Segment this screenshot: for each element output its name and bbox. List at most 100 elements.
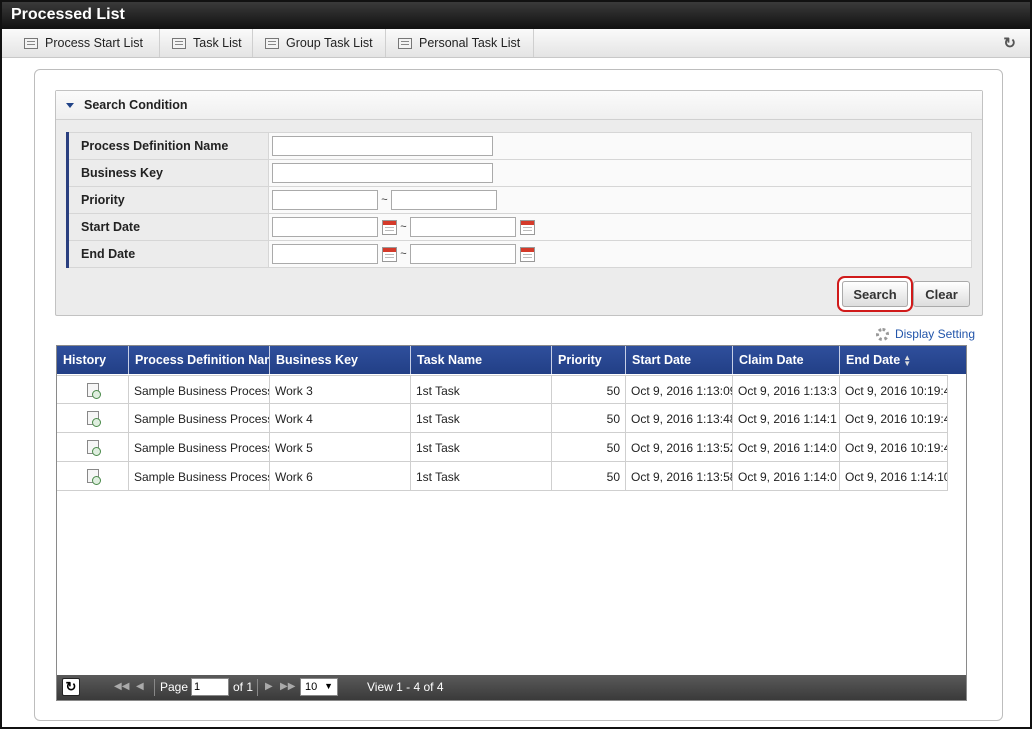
display-setting-label: Display Setting [894, 327, 975, 341]
grid-header: History Process Definition Name Business… [57, 346, 966, 374]
task-name-cell: 1st Task [411, 376, 552, 405]
calendar-icon[interactable] [520, 219, 535, 235]
tab-process-start-list[interactable]: Process Start List [12, 29, 160, 57]
priority-from-input[interactable] [272, 190, 378, 210]
history-cell[interactable] [57, 404, 129, 433]
table-row[interactable]: Sample Business Process Work 6 1st Task 50 O… [57, 462, 948, 491]
start-date-cell: Oct 9, 2016 1:13:09 [626, 376, 733, 405]
form-row-priority: Priority ~ [66, 186, 972, 214]
list-icon [265, 37, 279, 49]
tab-task-list[interactable]: Task List [160, 29, 253, 57]
column-header-end-date-label: End Date [846, 353, 901, 367]
start-date-cell: Oct 9, 2016 1:13:58 [626, 462, 733, 491]
column-header-start-date[interactable]: Start Date [626, 346, 733, 374]
main-content: Search Condition Process Definition Name… [34, 69, 1003, 721]
first-page-icon[interactable]: ◀◀ [114, 681, 129, 692]
history-cell[interactable] [57, 376, 129, 405]
field-label: Start Date [66, 213, 269, 241]
field-label: Process Definition Name [66, 132, 269, 160]
history-cell[interactable] [57, 433, 129, 462]
history-cell[interactable] [57, 462, 129, 491]
start-date-cell: Oct 9, 2016 1:13:48 [626, 404, 733, 433]
prev-page-icon[interactable]: ◀ [136, 681, 144, 692]
end-date-cell: Oct 9, 2016 10:19:4 [840, 404, 948, 433]
last-page-icon[interactable]: ▶▶ [280, 681, 295, 692]
end-date-cell: Oct 9, 2016 1:14:10 [840, 462, 948, 491]
window-title: Processed List [2, 2, 1030, 29]
range-separator: ~ [381, 194, 388, 206]
page-count-label: of 1 [233, 680, 254, 694]
calendar-icon[interactable] [382, 246, 397, 262]
refresh-icon[interactable]: ↻ [1003, 34, 1016, 52]
history-icon[interactable] [87, 440, 101, 456]
column-header-priority[interactable]: Priority [552, 346, 626, 374]
column-header-end-date[interactable]: End Date ▲ ▼ [840, 346, 966, 374]
task-name-cell: 1st Task [411, 462, 552, 491]
tab-label: Process Start List [45, 36, 143, 50]
list-icon [24, 37, 38, 49]
process-definition-name-cell: Sample Business Process [129, 433, 270, 462]
end-date-to-input[interactable] [410, 244, 516, 264]
rows-per-page-select[interactable]: 10 ▼ [300, 678, 338, 696]
range-separator: ~ [400, 221, 407, 233]
calendar-icon[interactable] [382, 219, 397, 235]
tab-personal-task-list[interactable]: Personal Task List [386, 29, 534, 57]
process-definition-name-cell: Sample Business Process [129, 404, 270, 433]
column-header-task-name[interactable]: Task Name [411, 346, 552, 374]
sort-icon: ▲ ▼ [903, 352, 912, 368]
view-records-label: View 1 - 4 of 4 [367, 680, 444, 694]
search-form: Process Definition Name Business Key Pri… [66, 132, 972, 268]
grid-pager: ↻ ◀◀ ◀ Page of 1 ▶ ▶▶ 10 ▼ View 1 - 4 of … [57, 675, 966, 700]
start-date-to-input[interactable] [410, 217, 516, 237]
search-condition-toggle[interactable]: Search Condition [56, 91, 982, 120]
search-button[interactable]: Search [842, 281, 908, 307]
priority-cell: 50 [552, 404, 626, 433]
field-label: End Date [66, 240, 269, 268]
pager-separator [154, 679, 155, 696]
claim-date-cell: Oct 9, 2016 1:14:0 [733, 462, 840, 491]
pager-separator [257, 679, 258, 696]
search-condition-title: Search Condition [84, 98, 188, 112]
tab-label: Personal Task List [419, 36, 521, 50]
table-row[interactable]: Sample Business Process Work 4 1st Task 50 O… [57, 404, 948, 433]
page-label: Page [160, 680, 189, 694]
calendar-icon[interactable] [520, 246, 535, 262]
window-frame: Processed List Process Start List Task L… [0, 0, 1032, 729]
start-date-cell: Oct 9, 2016 1:13:52 [626, 433, 733, 462]
grid-refresh-icon[interactable]: ↻ [62, 678, 80, 696]
business-key-cell: Work 6 [270, 462, 411, 491]
field-label: Priority [66, 186, 269, 214]
start-date-from-input[interactable] [272, 217, 378, 237]
claim-date-cell: Oct 9, 2016 1:14:1 [733, 404, 840, 433]
end-date-from-input[interactable] [272, 244, 378, 264]
tab-group-task-list[interactable]: Group Task List [253, 29, 386, 57]
form-row-end-date: End Date ~ [66, 240, 972, 268]
business-key-input[interactable] [272, 163, 493, 183]
priority-cell: 50 [552, 462, 626, 491]
page-number-input[interactable] [191, 678, 229, 696]
history-icon[interactable] [87, 383, 101, 399]
form-row-process-definition-name: Process Definition Name [66, 132, 972, 160]
process-definition-name-input[interactable] [272, 136, 493, 156]
gear-icon [875, 327, 889, 341]
table-row[interactable]: Sample Business Process Work 3 1st Task 50 O… [57, 375, 948, 405]
processed-list-grid: History Process Definition Name Business… [56, 345, 967, 701]
column-header-claim-date[interactable]: Claim Date [733, 346, 840, 374]
column-header-history[interactable]: History [57, 346, 129, 374]
tab-label: Task List [193, 36, 242, 50]
range-separator: ~ [400, 248, 407, 260]
process-definition-name-cell: Sample Business Process [129, 376, 270, 405]
column-header-business-key[interactable]: Business Key [270, 346, 411, 374]
field-label: Business Key [66, 159, 269, 187]
history-icon[interactable] [87, 469, 101, 485]
history-icon[interactable] [87, 411, 101, 427]
next-page-icon[interactable]: ▶ [265, 681, 273, 692]
column-header-process-definition-name[interactable]: Process Definition Name [129, 346, 270, 374]
clear-button[interactable]: Clear [913, 281, 970, 307]
end-date-cell: Oct 9, 2016 10:19:4 [840, 433, 948, 462]
display-setting-link[interactable]: Display Setting [875, 327, 975, 341]
task-name-cell: 1st Task [411, 433, 552, 462]
table-row[interactable]: Sample Business Process Work 5 1st Task 50 O… [57, 433, 948, 462]
priority-to-input[interactable] [391, 190, 497, 210]
form-row-business-key: Business Key [66, 159, 972, 187]
